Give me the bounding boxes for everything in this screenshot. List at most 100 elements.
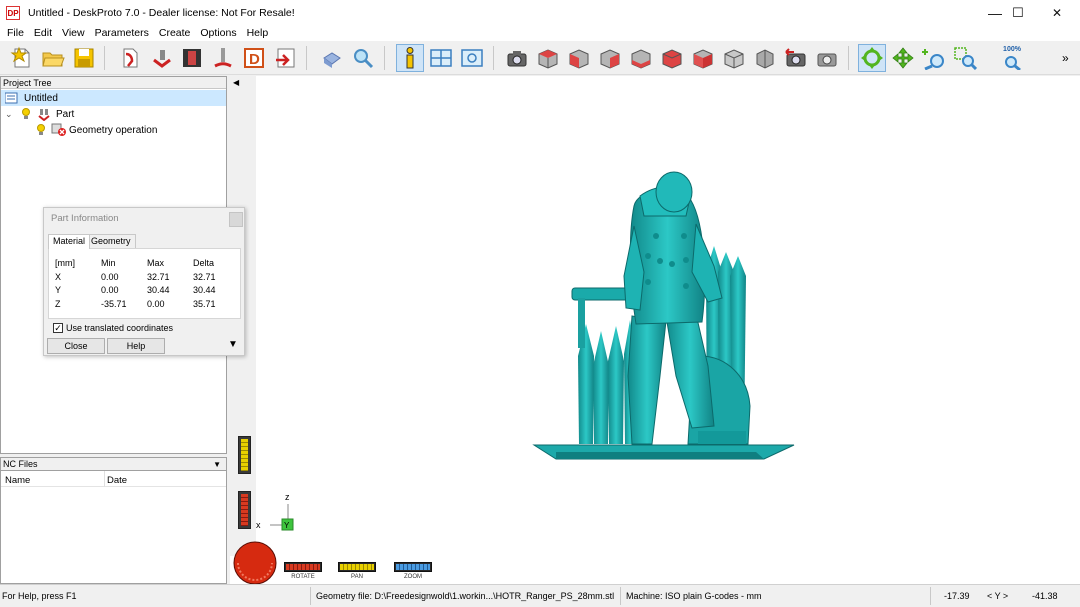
operation-error-icon bbox=[51, 123, 66, 136]
translated-coordinates-checkbox[interactable]: ✓ Use translated coordinates bbox=[53, 323, 173, 333]
table-cell: 30.44 bbox=[147, 285, 170, 295]
toolbar-separator bbox=[104, 46, 105, 70]
camera-view-button[interactable] bbox=[503, 44, 531, 72]
rotate-mode-button[interactable] bbox=[858, 44, 886, 72]
lightbulb-icon[interactable] bbox=[36, 124, 46, 136]
column-name[interactable]: Name bbox=[5, 475, 30, 486]
view-bottom-button[interactable] bbox=[689, 44, 717, 72]
cube-side-icon bbox=[756, 49, 774, 69]
menu-parameters[interactable]: Parameters bbox=[90, 25, 154, 41]
menu-edit[interactable]: Edit bbox=[29, 25, 57, 41]
nc-files-panel: NC Files ▼ Name Date bbox=[0, 457, 227, 584]
previous-view-button[interactable] bbox=[782, 44, 810, 72]
view-back-button[interactable] bbox=[596, 44, 624, 72]
part-document-icon bbox=[123, 48, 138, 68]
help-button[interactable]: Help bbox=[107, 338, 165, 354]
pan-mode-button[interactable] bbox=[889, 44, 917, 72]
dialog-close-button[interactable] bbox=[229, 212, 243, 227]
menu-view[interactable]: View bbox=[57, 25, 90, 41]
project-tree-header: Project Tree bbox=[1, 77, 226, 89]
status-coord-b: -41.38 bbox=[1032, 591, 1058, 601]
new-file-icon bbox=[10, 46, 30, 68]
tab-material[interactable]: Material bbox=[48, 234, 91, 249]
camera-back-icon bbox=[785, 48, 806, 67]
table-header: Min bbox=[101, 258, 116, 268]
toolbar-separator bbox=[306, 46, 307, 70]
mirror-part-button[interactable] bbox=[148, 44, 176, 72]
status-geometry-file: Geometry file: D:\Freedesignwold\1.worki… bbox=[316, 591, 615, 601]
view-top-button[interactable] bbox=[720, 44, 748, 72]
close-button[interactable]: Close bbox=[47, 338, 105, 354]
simulation-button[interactable] bbox=[318, 44, 346, 72]
bitmap-icon bbox=[183, 49, 201, 67]
zoom-mode-button[interactable] bbox=[920, 44, 948, 72]
zoom-window-button[interactable] bbox=[951, 44, 979, 72]
view-controls-bar: ROTATE PAN ZOOM bbox=[230, 541, 1080, 585]
status-coord-a: -17.39 bbox=[944, 591, 970, 601]
view-front-button[interactable] bbox=[565, 44, 593, 72]
rotate-wheel-vertical[interactable] bbox=[238, 491, 251, 529]
tree-item-untitled[interactable]: Untitled bbox=[1, 90, 226, 106]
bitmap-button[interactable] bbox=[178, 44, 206, 72]
export-button[interactable] bbox=[271, 44, 299, 72]
part-information-button[interactable] bbox=[396, 44, 424, 72]
axis-x-label: x bbox=[256, 520, 261, 530]
menu-help[interactable]: Help bbox=[242, 25, 274, 41]
magnifier-icon bbox=[354, 49, 374, 69]
collapse-left-icon[interactable]: ◀ bbox=[233, 78, 239, 87]
save-file-button[interactable] bbox=[70, 44, 98, 72]
figure-arrow-icon bbox=[153, 50, 171, 68]
cube-grey-icon bbox=[724, 49, 744, 69]
load-part-button[interactable] bbox=[116, 44, 144, 72]
close-window-button[interactable]: ✕ bbox=[1034, 0, 1080, 25]
column-date[interactable]: Date bbox=[107, 475, 127, 486]
title-bar: DP Untitled - DeskProto 7.0 - Dealer lic… bbox=[0, 0, 1080, 25]
rotate-dial-icon[interactable] bbox=[232, 540, 278, 586]
lightbulb-icon[interactable] bbox=[21, 108, 31, 120]
dialog-title-bar[interactable]: Part Information bbox=[44, 208, 244, 230]
zoom-100-button[interactable]: 100% bbox=[998, 44, 1026, 72]
view-right-button[interactable] bbox=[658, 44, 686, 72]
table-cell: Y bbox=[55, 285, 62, 295]
view-left-button[interactable] bbox=[627, 44, 655, 72]
toolbar-separator bbox=[848, 46, 849, 70]
new-file-button[interactable] bbox=[8, 44, 36, 72]
view-side-button[interactable] bbox=[751, 44, 779, 72]
collapse-chevron-icon[interactable]: ⌄ bbox=[5, 109, 15, 120]
menu-file[interactable]: File bbox=[2, 25, 29, 41]
dialog-title: Part Information bbox=[51, 213, 119, 224]
expand-arrow-icon[interactable]: ▼ bbox=[228, 339, 238, 350]
column-divider[interactable] bbox=[104, 471, 105, 487]
menu-options[interactable]: Options bbox=[195, 25, 241, 41]
preview-button[interactable] bbox=[349, 44, 377, 72]
table-cell: 0.00 bbox=[101, 272, 119, 282]
3d-viewport[interactable]: z x Y bbox=[256, 76, 1080, 556]
axis-triad: z x Y bbox=[256, 492, 294, 531]
table-header: [mm] bbox=[55, 258, 75, 268]
pan-wheel[interactable] bbox=[338, 562, 376, 572]
tool-button[interactable] bbox=[209, 44, 237, 72]
open-file-button[interactable] bbox=[39, 44, 67, 72]
tree-item-label: Geometry operation bbox=[69, 124, 158, 136]
toolbar-overflow-button[interactable]: » bbox=[1062, 51, 1069, 65]
dropdown-arrow-icon[interactable]: ▼ bbox=[213, 458, 221, 471]
display-settings-button[interactable] bbox=[458, 44, 486, 72]
zoom-wheel[interactable] bbox=[394, 562, 432, 572]
tree-item-geometry-operation[interactable]: Geometry operation bbox=[1, 122, 226, 138]
menu-create[interactable]: Create bbox=[154, 25, 196, 41]
project-icon bbox=[5, 92, 18, 104]
2d-operation-button[interactable]: D bbox=[240, 44, 268, 72]
tab-geometry[interactable]: Geometry bbox=[86, 234, 136, 248]
cube-right-icon bbox=[662, 49, 682, 69]
rotate-wheel[interactable] bbox=[284, 562, 322, 572]
status-coord-axis: < Y > bbox=[987, 591, 1009, 601]
pan-wheel-vertical[interactable] bbox=[238, 436, 251, 474]
view-layout-button[interactable] bbox=[427, 44, 455, 72]
view-iso-button[interactable] bbox=[534, 44, 562, 72]
table-cell: 32.71 bbox=[147, 272, 170, 282]
tree-item-part[interactable]: ⌄ Part bbox=[1, 106, 226, 122]
checkbox-box[interactable]: ✓ bbox=[53, 323, 63, 333]
table-cell: -35.71 bbox=[101, 299, 127, 309]
part-information-dialog: Part Information Material Geometry [mm] … bbox=[43, 207, 245, 356]
next-view-button[interactable] bbox=[813, 44, 841, 72]
